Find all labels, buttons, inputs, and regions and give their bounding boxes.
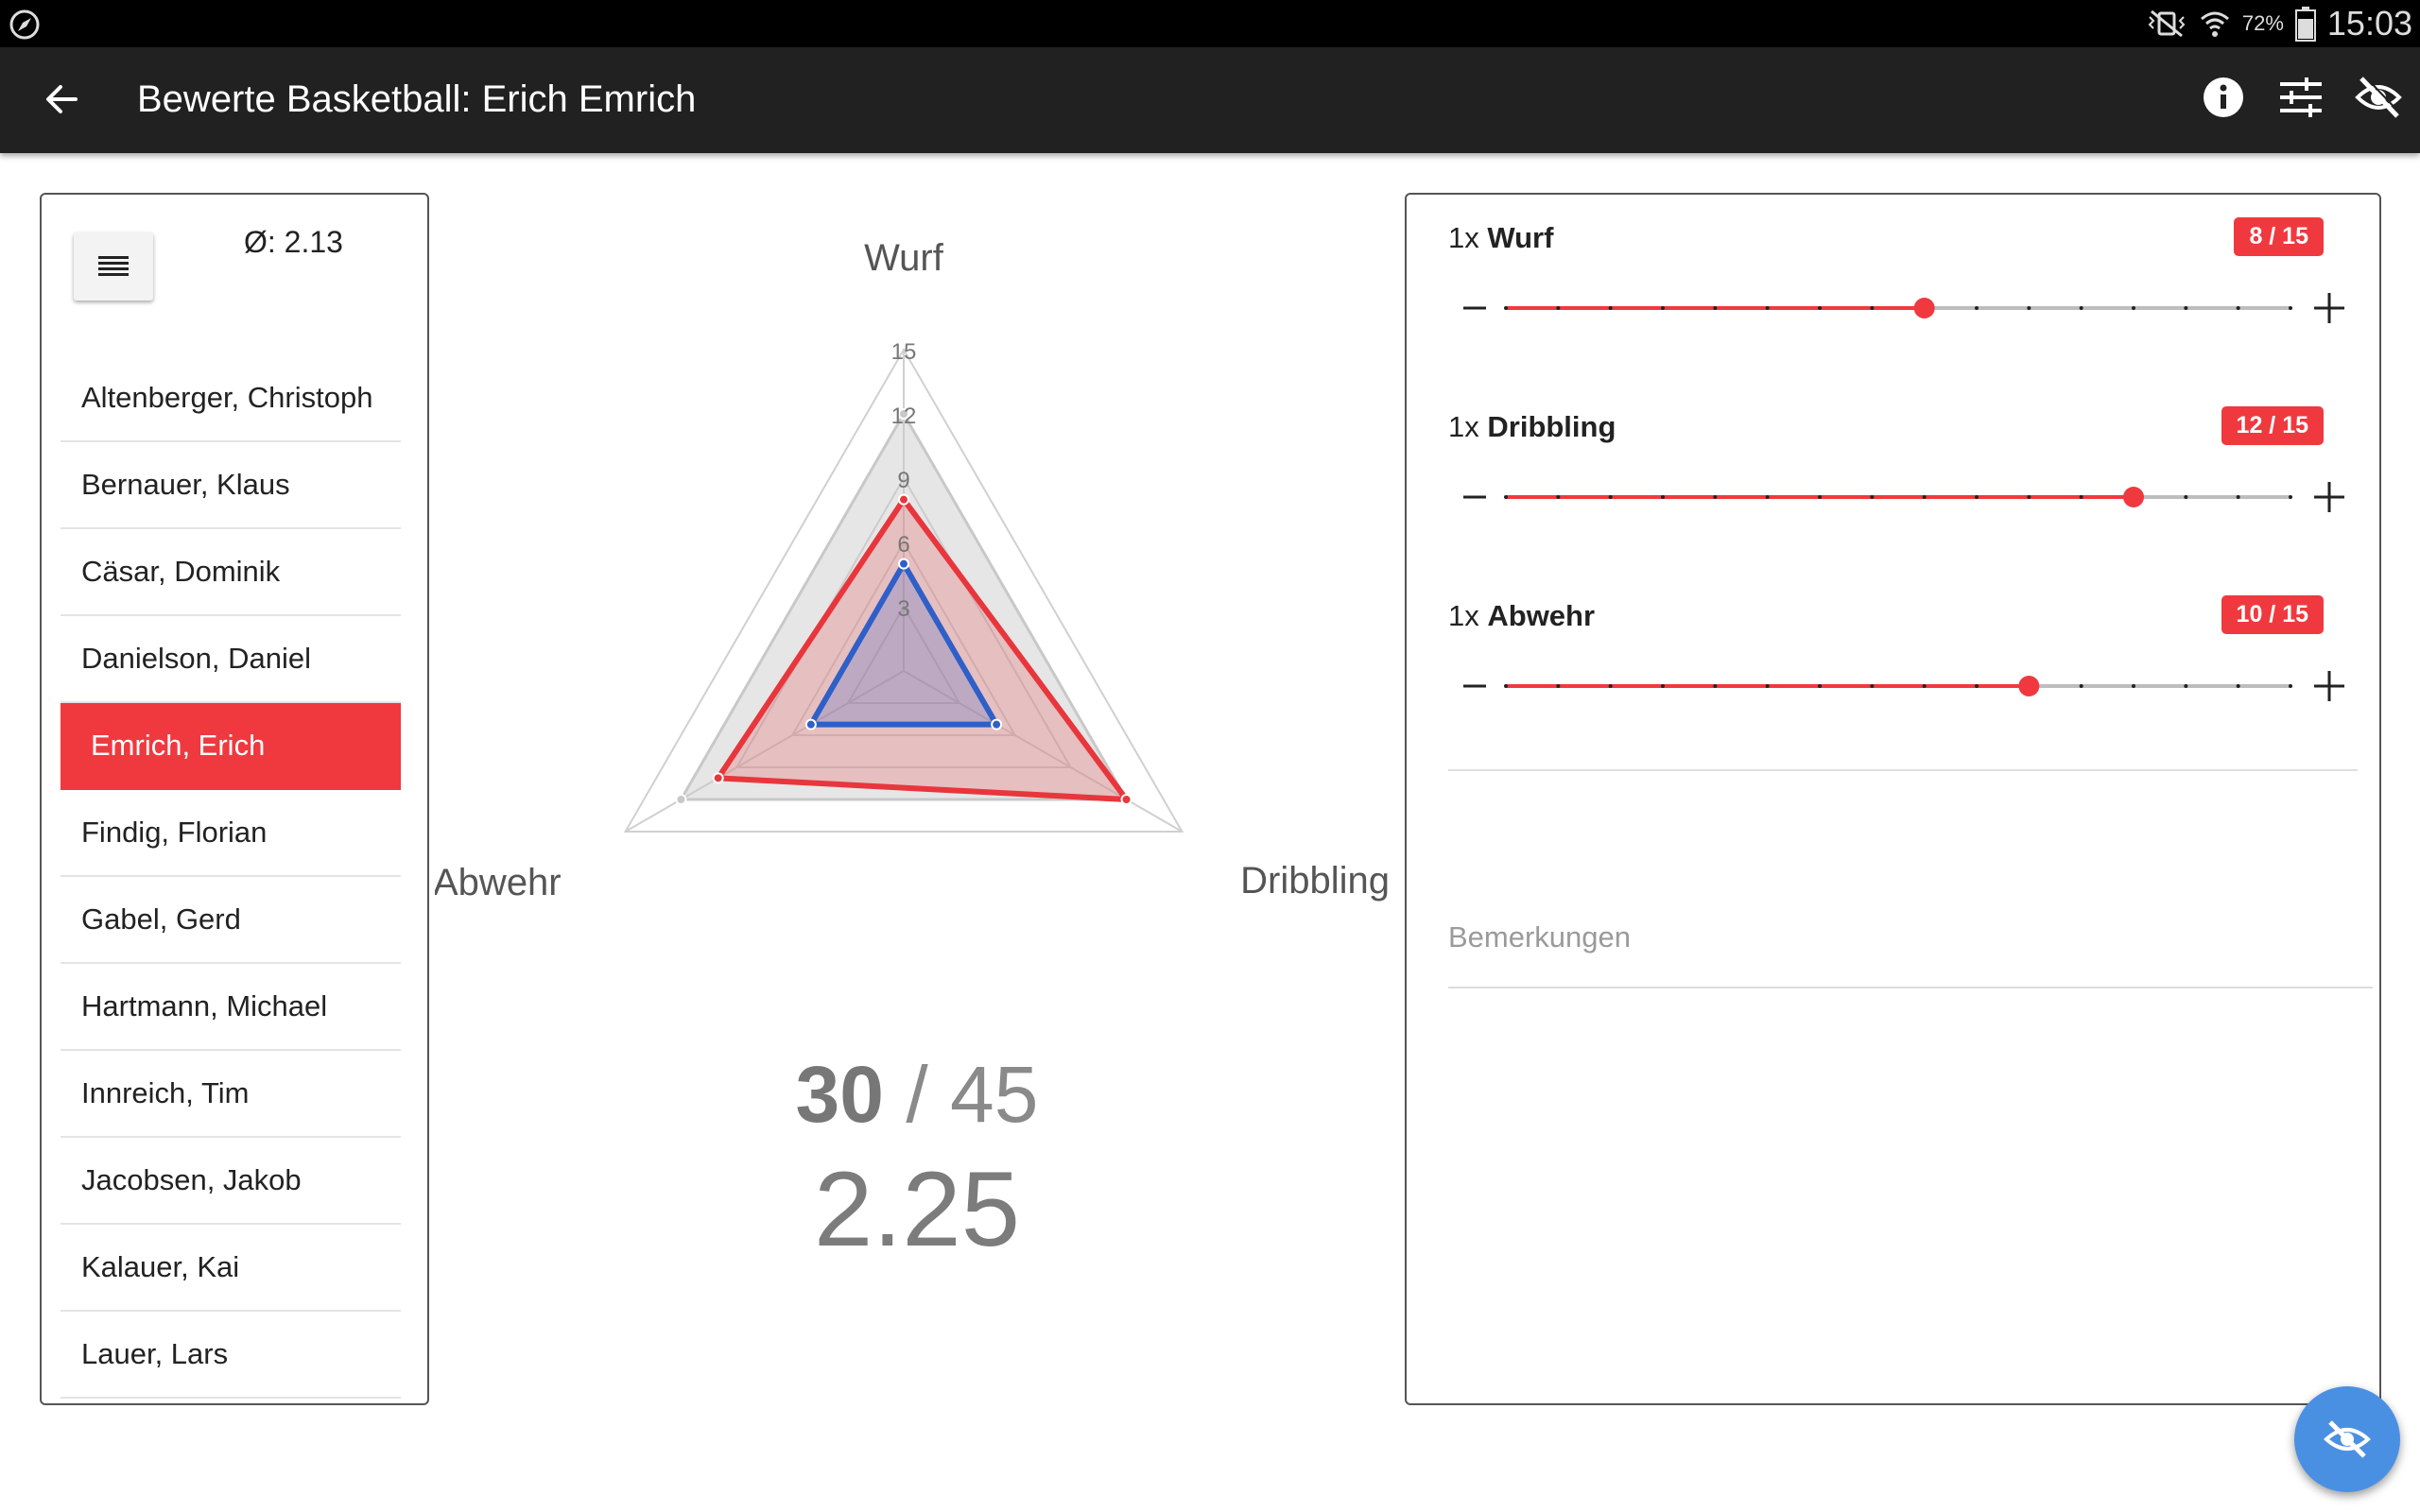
criterion-wurf: 1x Wurf 8 / 15 [1448, 195, 2344, 384]
player-list-item[interactable]: Hartmann, Michael [60, 964, 401, 1051]
grade-value: 2.25 [814, 1150, 1020, 1268]
remarks-input[interactable] [1448, 911, 2373, 964]
rating-card: 1x Abwehr 10 / 15 1x Dribbling 12 / 15 1x Wu… [1405, 193, 2381, 1405]
player-list-item[interactable]: Jacobsen, Jakob [60, 1138, 401, 1225]
back-arrow-icon[interactable] [38, 76, 85, 123]
radar-point [898, 493, 909, 506]
player-list-item[interactable]: Gabel, Gerd [60, 877, 401, 964]
score-badge: 12 / 15 [2221, 406, 2324, 445]
decrement-minus-icon[interactable] [1452, 474, 1497, 520]
criterion-name: Dribbling [1487, 410, 1616, 443]
increment-plus-icon[interactable] [2307, 285, 2352, 331]
criterion-label: 1x Abwehr [1448, 599, 1595, 633]
max-points: 45 [950, 1050, 1039, 1139]
compass-icon [9, 9, 40, 40]
clock: 15:03 [2326, 4, 2412, 43]
wifi-icon [2200, 11, 2229, 37]
player-list-item[interactable]: Danielson, Daniel [60, 616, 401, 703]
criterion-weight: 1x [1448, 410, 1479, 443]
criterion-weight: 1x [1448, 221, 1479, 254]
score-slider[interactable] [1503, 469, 2293, 525]
page-title: Bewerte Basketball: Erich Emrich [137, 78, 697, 120]
increment-plus-icon[interactable] [2307, 474, 2352, 520]
player-list-item[interactable]: Innreich, Tim [60, 1051, 401, 1138]
decrement-minus-icon[interactable] [1452, 285, 1497, 331]
vibrate-mute-icon [2148, 9, 2186, 38]
app-bar: Bewerte Basketball: Erich Emrich [0, 47, 2420, 153]
score-slider[interactable] [1503, 658, 2293, 714]
remarks-field[interactable] [1448, 894, 2373, 988]
menu-icon [98, 256, 129, 276]
visibility-off-icon [2324, 1420, 2371, 1458]
player-list-item[interactable]: Kalauer, Kai [60, 1225, 401, 1312]
sort-menu-button[interactable] [74, 232, 153, 301]
score-badge: 10 / 15 [2221, 595, 2324, 634]
battery-icon [2294, 7, 2316, 42]
radar-axis-label: Wurf [864, 237, 944, 279]
player-list-item[interactable]: Bernauer, Klaus [60, 442, 401, 529]
player-list-item[interactable]: Altenberger, Christoph [60, 355, 401, 442]
radar-chart: 3 6 9 12 15 Wurf Dribbling Abwehr [435, 237, 1390, 903]
radar-tick-label: 6 [897, 532, 909, 558]
radar-tick-label: 3 [897, 596, 909, 622]
criterion-dribbling: 1x Dribbling 12 / 15 [1448, 384, 2344, 573]
player-list: Altenberger, Christoph Bernauer, Klaus Cäs… [60, 355, 401, 1399]
player-list-item[interactable]: Findig, Florian [60, 790, 401, 877]
criterion-name: Wurf [1487, 221, 1554, 254]
radar-point [1120, 794, 1132, 805]
decrement-minus-icon[interactable] [1452, 663, 1497, 709]
radar-tick-label: 9 [897, 468, 909, 493]
radar-axis-label: Dribbling [1240, 860, 1390, 902]
visibility-off-icon[interactable] [2352, 71, 2405, 124]
criterion-label: 1x Wurf [1448, 221, 1553, 255]
divider [1448, 769, 2358, 771]
status-bar: 72% 15:03 [0, 0, 2420, 47]
radar-tick-label: 15 [891, 339, 917, 365]
player-list-card: Ø: 2.13 Altenberger, Christoph Bernauer, … [40, 193, 429, 1405]
player-list-item[interactable]: Cäsar, Dominik [60, 529, 401, 616]
criterion-weight: 1x [1448, 599, 1479, 632]
radar-axis-label: Abwehr [435, 862, 562, 903]
radar-point [991, 718, 1003, 730]
hide-scores-fab[interactable] [2294, 1386, 2400, 1492]
player-list-item[interactable]: Lauer, Lars [60, 1312, 401, 1399]
criterion-name: Abwehr [1487, 599, 1596, 632]
score-badge: 8 / 15 [2234, 217, 2324, 256]
battery-percent: 72% [2241, 11, 2284, 35]
radar-point [712, 772, 724, 784]
radar-point [898, 558, 909, 570]
player-list-item[interactable]: Emrich, Erich [60, 703, 401, 790]
score-slider[interactable] [1503, 280, 2293, 336]
total-score: 30 / 45 [795, 1050, 1039, 1139]
increment-plus-icon[interactable] [2307, 663, 2352, 709]
radar-point [675, 794, 687, 805]
criterion-abwehr: 1x Abwehr 10 / 15 [1448, 573, 2344, 762]
radar-tick-label: 12 [891, 404, 917, 429]
average-grade: Ø: 2.13 [244, 225, 343, 259]
tune-icon[interactable] [2274, 71, 2327, 124]
radar-point [804, 718, 817, 730]
criterion-label: 1x Dribbling [1448, 410, 1616, 444]
achieved-points: 30 [795, 1050, 884, 1139]
info-icon[interactable] [2197, 71, 2250, 124]
